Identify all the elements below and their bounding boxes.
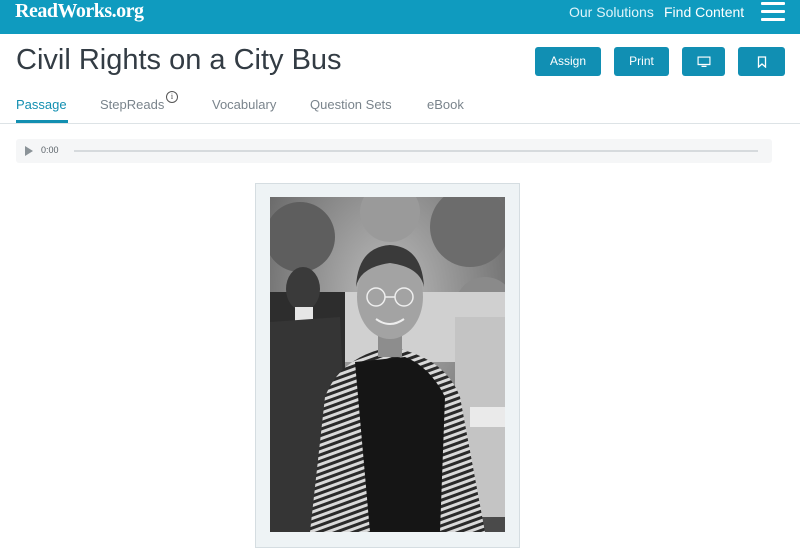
passage-photo: [270, 197, 505, 532]
play-icon[interactable]: [25, 146, 33, 156]
photo-illustration: [270, 197, 505, 532]
nav-our-solutions[interactable]: Our Solutions: [569, 4, 654, 20]
top-bar: ReadWorks.org Our Solutions Find Content: [0, 0, 800, 34]
nav-find-content[interactable]: Find Content: [664, 4, 744, 20]
audio-progress-track[interactable]: [74, 150, 758, 152]
active-tab-indicator: [16, 120, 68, 123]
info-icon[interactable]: i: [166, 91, 178, 103]
tab-stepreads[interactable]: StepReads: [100, 97, 164, 113]
bookmark-icon: [757, 55, 766, 68]
present-button[interactable]: [682, 47, 725, 76]
page-title: Civil Rights on a City Bus: [16, 44, 342, 76]
logo[interactable]: ReadWorks.org: [15, 0, 144, 22]
tab-vocabulary[interactable]: Vocabulary: [212, 97, 276, 113]
passage-image-frame: [255, 183, 520, 548]
monitor-icon: [697, 56, 710, 67]
tab-question-sets[interactable]: Question Sets: [310, 97, 392, 113]
tab-bar: Passage StepReads i Vocabulary Question …: [0, 91, 800, 124]
print-button[interactable]: Print: [614, 47, 669, 76]
tab-stepreads-label: StepReads: [100, 97, 165, 112]
audio-time: 0:00: [41, 145, 59, 155]
tab-ebook[interactable]: eBook: [427, 97, 464, 113]
bookmark-button[interactable]: [738, 47, 785, 76]
hamburger-menu-icon[interactable]: [761, 2, 785, 22]
tab-passage[interactable]: Passage: [16, 97, 67, 113]
assign-button[interactable]: Assign: [535, 47, 601, 76]
audio-player: 0:00: [16, 139, 772, 163]
